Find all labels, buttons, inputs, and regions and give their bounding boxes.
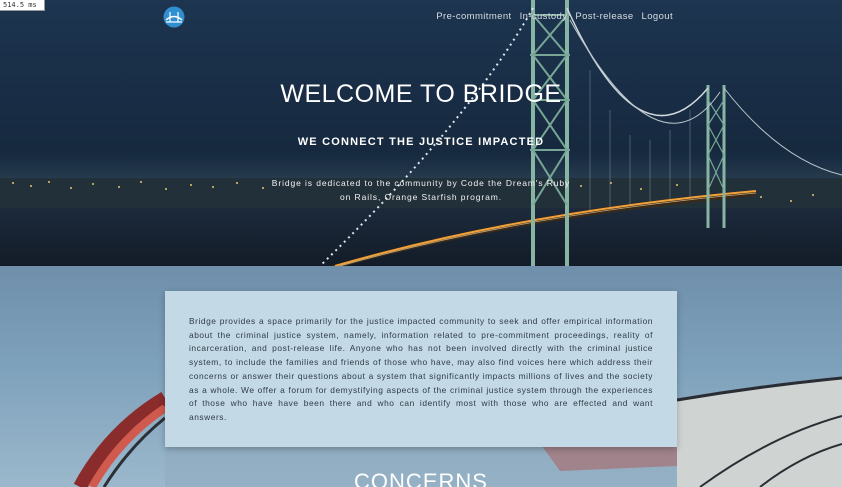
hero-section: Pre-commitment In-custody Post-release L…	[0, 0, 842, 266]
hero-description: Bridge is dedicated to the community by …	[271, 178, 571, 202]
top-navbar: Pre-commitment In-custody Post-release L…	[0, 0, 842, 34]
nav-link-logout[interactable]: Logout	[642, 11, 673, 22]
nav-link-post-release[interactable]: Post-release	[575, 11, 633, 22]
hero-subtitle: WE CONNECT THE JUSTICE IMPACTED	[297, 136, 545, 148]
about-text: Bridge provides a space primarily for th…	[189, 316, 653, 422]
nav-link-pre-commitment[interactable]: Pre-commitment	[436, 11, 511, 22]
hero-background-image	[0, 0, 842, 266]
nav-links: Pre-commitment In-custody Post-release L…	[436, 11, 673, 22]
about-card: Bridge provides a space primarily for th…	[165, 291, 677, 447]
concerns-heading: CONCERNS	[354, 469, 488, 487]
bridge-logo-icon[interactable]	[163, 6, 185, 28]
nav-link-in-custody[interactable]: In-custody	[520, 11, 568, 22]
about-section: Bridge provides a space primarily for th…	[0, 266, 842, 487]
hero-title: WELCOME TO BRIDGE	[280, 80, 562, 108]
render-timer-badge: 514.5 ms	[0, 0, 45, 11]
